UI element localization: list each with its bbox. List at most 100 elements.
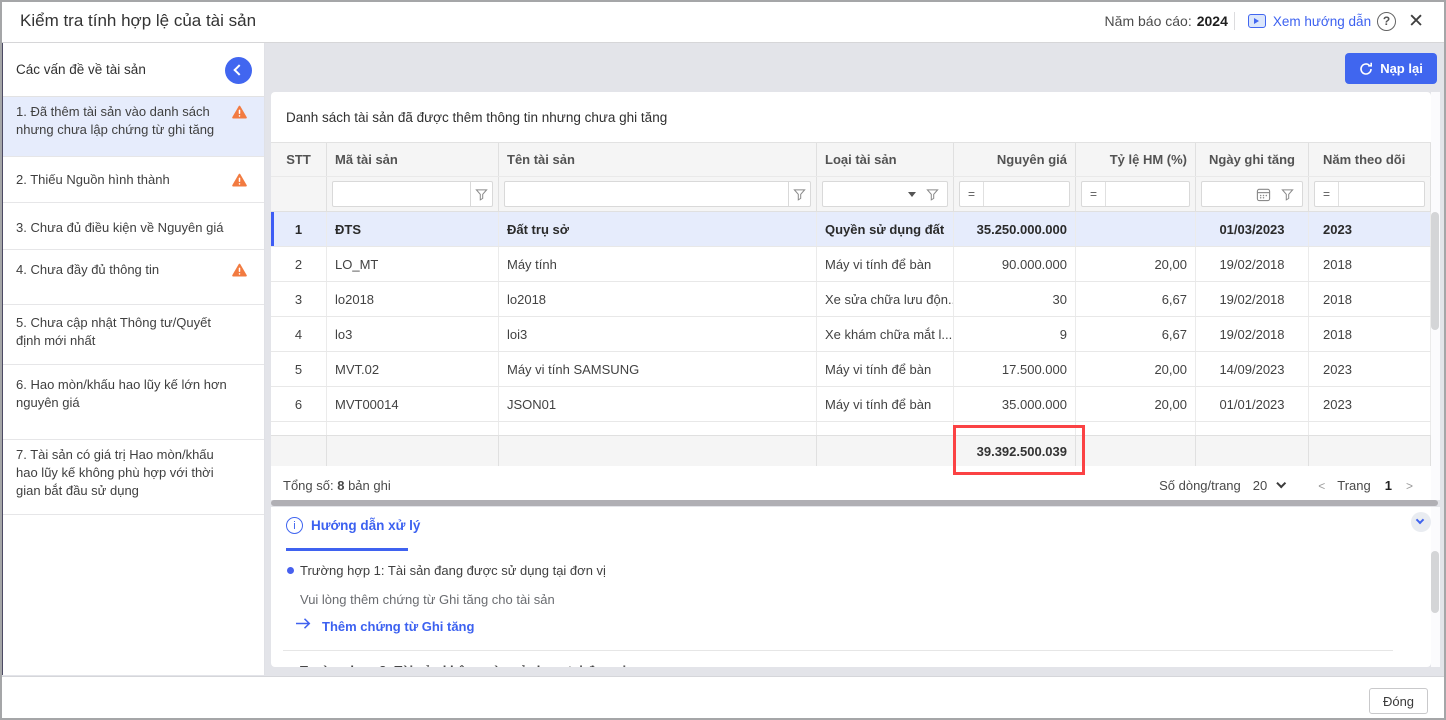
cell-nguyen-gia: 90.000.000 xyxy=(954,247,1076,281)
total-records: Tổng số: 8 bản ghi xyxy=(283,478,391,493)
filter-icon xyxy=(926,188,939,201)
filter-cell-ngay xyxy=(1196,177,1309,211)
cell-loai: Máy vi tính để bàn xyxy=(817,352,954,386)
cell-ma: lo2018 xyxy=(327,282,499,316)
sidebar-item-3[interactable]: 3. Chưa đủ điều kiện về Nguyên giá xyxy=(0,203,264,250)
cell-nguyen-gia: 9 xyxy=(954,317,1076,351)
sidebar-item-1[interactable]: 1. Đã thêm tài sản vào danh sách nhưng c… xyxy=(0,97,264,157)
cell-empty xyxy=(817,422,954,435)
column-header-7: Ngày ghi tăng xyxy=(1196,143,1309,176)
cell-total xyxy=(271,436,327,466)
cell-stt: 4 xyxy=(271,317,327,351)
assets-table: STTMã tài sảnTên tài sảnLoại tài sảnNguy… xyxy=(271,142,1431,467)
horizontal-scrollbar[interactable] xyxy=(271,500,1438,506)
cell-ngay: 19/02/2018 xyxy=(1196,282,1309,316)
sidebar-item-7[interactable]: 7. Tài sản có giá trị Hao mòn/khấu hao l… xyxy=(0,440,264,515)
total-highlight-annotation xyxy=(953,425,1085,475)
table-row-3[interactable]: 3lo2018lo2018Xe sửa chữa lưu độn...306,6… xyxy=(271,282,1431,317)
cell-ten: Máy vi tính SAMSUNG xyxy=(499,352,817,386)
sidebar-item-4[interactable]: 4. Chưa đầy đủ thông tin xyxy=(0,250,264,305)
filter-cell-ma xyxy=(327,177,499,211)
warning-icon xyxy=(232,173,247,187)
cell-ten: JSON01 xyxy=(499,387,817,421)
refresh-icon xyxy=(1359,62,1373,76)
filter-cell-ten xyxy=(499,177,817,211)
guidance-tab[interactable]: i Hướng dẫn xử lý xyxy=(286,517,420,534)
cell-nguyen-gia: 35.000.000 xyxy=(954,387,1076,421)
sidebar-item-label: 7. Tài sản có giá trị Hao mòn/khấu hao l… xyxy=(16,447,214,498)
info-icon: i xyxy=(286,517,303,534)
chevron-left-icon xyxy=(233,64,244,75)
cell-nam: 2023 xyxy=(1309,352,1431,386)
cell-stt: 2 xyxy=(271,247,327,281)
reload-button[interactable]: Nạp lại xyxy=(1345,53,1437,84)
filter-input-ty-le[interactable]: = xyxy=(1081,181,1190,207)
table-panel: Danh sách tài sản đã được thêm thông tin… xyxy=(271,92,1431,500)
table-row-5[interactable]: 5MVT.02Máy vi tính SAMSUNGMáy vi tính để… xyxy=(271,352,1431,387)
cell-ma: ĐTS xyxy=(327,212,499,246)
filter-input-loai[interactable] xyxy=(822,181,948,207)
cell-ma: LO_MT xyxy=(327,247,499,281)
next-page-button[interactable]: > xyxy=(1406,479,1413,493)
table-row-1[interactable]: 1ĐTSĐất trụ sởQuyền sử dụng đất35.250.00… xyxy=(271,212,1431,247)
filter-input-ma[interactable] xyxy=(332,181,493,207)
cell-nguyen-gia: 35.250.000.000 xyxy=(954,212,1076,246)
filter-cell-loai xyxy=(817,177,954,211)
cell-ty-le: 20,00 xyxy=(1076,387,1196,421)
filter-input-ngay[interactable] xyxy=(1201,181,1303,207)
cell-ngay: 01/03/2023 xyxy=(1196,212,1309,246)
column-header-2: Mã tài sản xyxy=(327,143,499,176)
column-header-4: Loại tài sản xyxy=(817,143,954,176)
cell-ngay: 19/02/2018 xyxy=(1196,247,1309,281)
dropdown-caret-icon xyxy=(908,192,916,197)
current-page: 1 xyxy=(1385,478,1392,493)
sidebar-item-2[interactable]: 2. Thiếu Nguồn hình thành xyxy=(0,157,264,203)
view-guide-link[interactable]: Xem hướng dẫn xyxy=(1248,14,1371,29)
video-icon xyxy=(1248,14,1266,28)
table-row-2[interactable]: 2LO_MTMáy tínhMáy vi tính để bàn90.000.0… xyxy=(271,247,1431,282)
guidance-panel: i Hướng dẫn xử lý Trường hợp 1: Tài sản … xyxy=(271,507,1431,667)
collapse-guidance-button[interactable] xyxy=(1411,512,1431,532)
cell-empty xyxy=(271,422,327,435)
filter-cell-nguyen-gia: = xyxy=(954,177,1076,211)
cell-ty-le: 20,00 xyxy=(1076,247,1196,281)
warning-icon xyxy=(232,263,247,277)
add-increase-voucher-link[interactable]: Thêm chứng từ Ghi tăng xyxy=(322,619,474,634)
cell-ngay: 01/01/2023 xyxy=(1196,387,1309,421)
cell-total xyxy=(817,436,954,466)
column-header-6: Tỷ lệ HM (%) xyxy=(1076,143,1196,176)
filter-input-ten[interactable] xyxy=(504,181,811,207)
collapse-sidebar-button[interactable] xyxy=(225,57,252,84)
close-dialog-button[interactable]: Đóng xyxy=(1369,688,1428,714)
close-icon[interactable]: ✕ xyxy=(1408,12,1424,31)
sidebar-item-label: 1. Đã thêm tài sản vào danh sách nhưng c… xyxy=(16,104,214,137)
guidance-vscrollbar-thumb[interactable] xyxy=(1431,551,1439,613)
page-label: Trang xyxy=(1337,478,1370,493)
table-vscrollbar-thumb[interactable] xyxy=(1431,212,1439,330)
cell-empty xyxy=(327,422,499,435)
sidebar-item-6[interactable]: 6. Hao mòn/khấu hao lũy kế lớn hơn nguyê… xyxy=(0,365,264,440)
page-size-label: Số dòng/trang xyxy=(1159,478,1241,493)
page-size-select[interactable]: 20 xyxy=(1253,478,1284,493)
cell-total xyxy=(1196,436,1309,466)
filter-input-nguyen-gia[interactable]: = xyxy=(959,181,1070,207)
cell-nguyen-gia: 17.500.000 xyxy=(954,352,1076,386)
filter-input-nam[interactable]: = xyxy=(1314,181,1425,207)
sidebar-item-label: 4. Chưa đầy đủ thông tin xyxy=(16,262,159,277)
table-row-4[interactable]: 4lo3loi3Xe khám chữa mắt l...96,6719/02/… xyxy=(271,317,1431,352)
sidebar-item-5[interactable]: 5. Chưa cập nhật Thông tư/Quyết định mới… xyxy=(0,305,264,365)
table-row-6[interactable]: 6MVT00014JSON01Máy vi tính để bàn35.000.… xyxy=(271,387,1431,422)
cell-loai: Xe khám chữa mắt l... xyxy=(817,317,954,351)
prev-page-button[interactable]: < xyxy=(1318,479,1325,493)
cell-empty xyxy=(1309,422,1431,435)
cell-ty-le: 20,00 xyxy=(1076,352,1196,386)
cell-total xyxy=(499,436,817,466)
column-header-1: STT xyxy=(271,143,327,176)
help-icon[interactable]: ? xyxy=(1377,12,1396,31)
bullet-icon xyxy=(287,567,294,574)
filter-cell-nam: = xyxy=(1309,177,1431,211)
cell-ngay: 14/09/2023 xyxy=(1196,352,1309,386)
dialog-footer: Đóng xyxy=(0,676,1446,720)
cell-loai: Quyền sử dụng đất xyxy=(817,212,954,246)
cell-total xyxy=(1309,436,1431,466)
